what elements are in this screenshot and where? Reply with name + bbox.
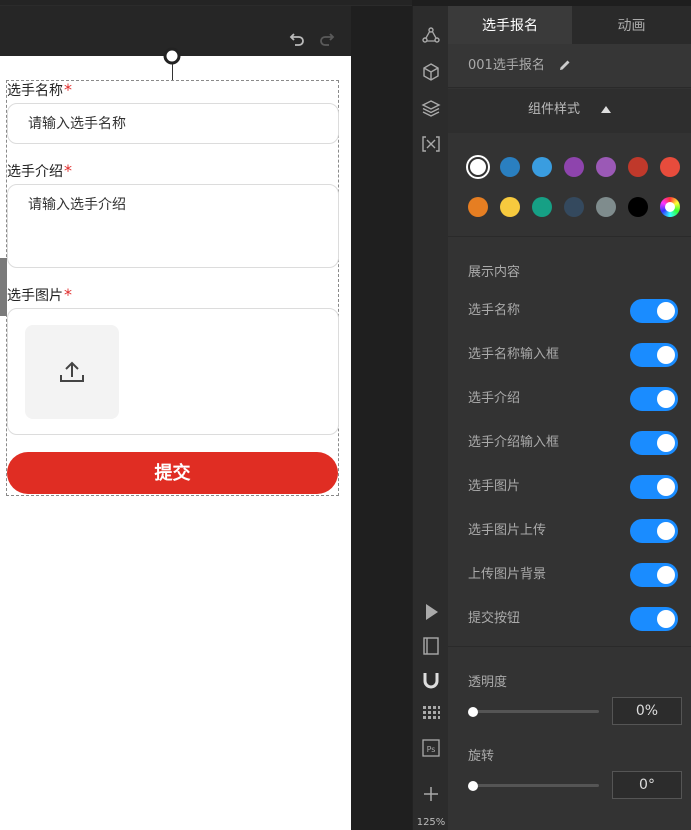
intro-textarea[interactable]: 请输入选手介绍 bbox=[7, 184, 339, 268]
display-content-title: 展示内容 bbox=[468, 265, 521, 280]
svg-text:Ps: Ps bbox=[427, 745, 436, 754]
photoshop-icon[interactable]: Ps bbox=[421, 738, 441, 758]
panel-tabs: 选手报名 动画 bbox=[448, 6, 691, 44]
color-swatch[interactable] bbox=[596, 157, 616, 177]
toggle-switch[interactable] bbox=[630, 431, 678, 455]
color-swatch[interactable] bbox=[500, 157, 520, 177]
film-icon[interactable] bbox=[421, 636, 441, 656]
image-label: 选手图片* bbox=[7, 285, 72, 305]
component-name-row: 001选手报名 bbox=[448, 44, 691, 88]
rotate-handle-icon[interactable] bbox=[162, 46, 182, 66]
rotation-value-input[interactable]: 0° bbox=[612, 771, 682, 799]
grid-icon[interactable] bbox=[421, 704, 441, 724]
toggle-label: 选手名称 bbox=[468, 303, 521, 318]
tab-signup[interactable]: 选手报名 bbox=[448, 6, 572, 44]
toggle-switch[interactable] bbox=[630, 563, 678, 587]
rotation-slider-track[interactable] bbox=[473, 784, 599, 787]
upload-button[interactable] bbox=[25, 325, 119, 419]
rotation-label: 旋转 bbox=[468, 749, 495, 764]
name-input[interactable]: 请输入选手名称 bbox=[7, 103, 339, 144]
zoom-level: 125% bbox=[416, 817, 446, 828]
collapse-caret-icon bbox=[601, 106, 611, 113]
style-section-title: 组件样式 bbox=[528, 102, 581, 117]
side-settings-tab[interactable] bbox=[0, 258, 7, 316]
undo-icon[interactable] bbox=[288, 30, 306, 48]
required-mark: * bbox=[64, 285, 72, 304]
opacity-label: 透明度 bbox=[468, 675, 508, 690]
color-swatch[interactable] bbox=[468, 197, 488, 217]
toggle-label: 选手图片 bbox=[468, 479, 521, 494]
opacity-slider-track[interactable] bbox=[473, 710, 599, 713]
color-swatch[interactable] bbox=[500, 197, 520, 217]
layers-icon[interactable] bbox=[421, 98, 441, 118]
edit-pencil-icon[interactable] bbox=[559, 59, 571, 71]
intro-label: 选手介绍* bbox=[7, 161, 72, 181]
upload-icon bbox=[60, 361, 84, 382]
submit-button[interactable]: 提交 bbox=[7, 452, 338, 494]
magnet-icon[interactable] bbox=[421, 670, 441, 690]
color-swatch[interactable] bbox=[596, 197, 616, 217]
toggle-label: 选手介绍 bbox=[468, 391, 521, 406]
variable-icon[interactable] bbox=[421, 134, 441, 154]
tab-animation[interactable]: 动画 bbox=[572, 6, 691, 44]
color-swatch[interactable] bbox=[660, 157, 680, 177]
design-canvas: 选手名称* 请输入选手名称 选手介绍* 请输入选手介绍 选手图片* 提交 bbox=[0, 0, 412, 830]
required-mark: * bbox=[64, 161, 72, 180]
share-nodes-icon[interactable] bbox=[421, 26, 441, 46]
toggle-label: 选手介绍输入框 bbox=[468, 435, 560, 450]
properties-panel: 选手报名 动画 001选手报名 组件样式 展示内容 选手名称选手名称输入框 选手介… bbox=[448, 6, 691, 830]
name-label: 选手名称* bbox=[7, 80, 72, 100]
rotate-handle-line bbox=[172, 64, 173, 80]
toggle-switch[interactable] bbox=[630, 607, 678, 631]
color-swatch[interactable] bbox=[628, 157, 648, 177]
toggle-switch[interactable] bbox=[630, 387, 678, 411]
plus-icon[interactable] bbox=[421, 784, 441, 804]
rotation-slider-knob[interactable] bbox=[468, 781, 478, 791]
toggle-switch[interactable] bbox=[630, 519, 678, 543]
color-swatch[interactable] bbox=[564, 197, 584, 217]
opacity-value-input[interactable]: 0% bbox=[612, 697, 682, 725]
redo-icon[interactable] bbox=[318, 30, 336, 48]
required-mark: * bbox=[64, 80, 72, 99]
toggle-label: 选手名称输入框 bbox=[468, 347, 560, 362]
toggle-switch[interactable] bbox=[630, 343, 678, 367]
toggle-switch[interactable] bbox=[630, 475, 678, 499]
toggle-switch[interactable] bbox=[630, 299, 678, 323]
divider bbox=[448, 646, 691, 647]
color-picker-swatch[interactable] bbox=[660, 197, 680, 217]
toggle-label: 上传图片背景 bbox=[468, 567, 547, 582]
component-name: 001选手报名 bbox=[468, 58, 545, 73]
color-swatch[interactable] bbox=[564, 157, 584, 177]
play-icon[interactable] bbox=[421, 602, 441, 622]
cube-icon[interactable] bbox=[421, 62, 441, 82]
tool-rail: Ps 125% bbox=[412, 6, 448, 830]
toggle-label: 选手图片上传 bbox=[468, 523, 547, 538]
style-section-header[interactable]: 组件样式 bbox=[448, 89, 691, 133]
color-swatch[interactable] bbox=[532, 197, 552, 217]
color-palette bbox=[448, 133, 691, 237]
toggle-label: 提交按钮 bbox=[468, 611, 521, 626]
color-swatch[interactable] bbox=[628, 197, 648, 217]
opacity-slider-knob[interactable] bbox=[468, 707, 478, 717]
color-swatch[interactable] bbox=[532, 157, 552, 177]
color-swatch[interactable] bbox=[468, 157, 488, 177]
image-upload-area bbox=[7, 308, 339, 435]
